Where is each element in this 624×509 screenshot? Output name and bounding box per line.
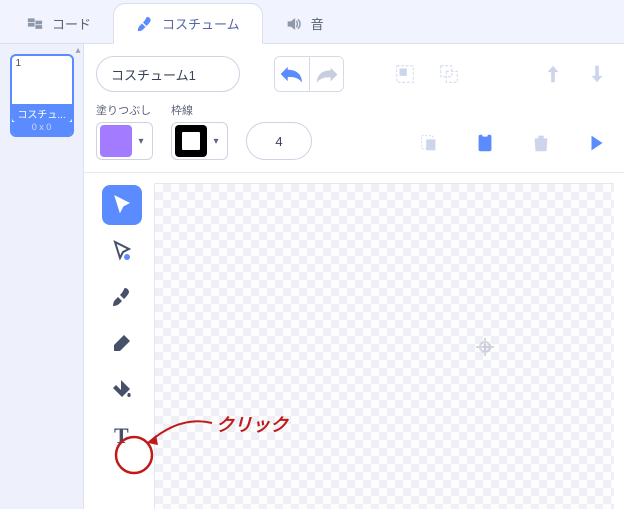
- select-tool[interactable]: [102, 185, 142, 225]
- tab-costumes-label: コスチューム: [162, 14, 240, 33]
- canvas[interactable]: [154, 183, 614, 509]
- tab-sounds-label: 音: [311, 14, 324, 33]
- tools-column: T: [96, 183, 148, 509]
- svg-text:T: T: [114, 423, 129, 447]
- costume-index: 1: [16, 58, 22, 69]
- backward-button[interactable]: [580, 59, 614, 89]
- main: 1 コスチュ... 0 x 0 ▴: [0, 44, 624, 509]
- fill-swatch: [100, 125, 132, 157]
- costume-preview: [14, 62, 70, 104]
- text-tool[interactable]: T: [102, 415, 142, 455]
- outline-label: 枠線: [171, 102, 228, 118]
- sound-icon: [285, 15, 303, 33]
- forward-button[interactable]: [536, 59, 570, 89]
- fill-tool[interactable]: [102, 369, 142, 409]
- outline-control: 枠線 ▾: [171, 102, 228, 160]
- delete-button[interactable]: [524, 128, 558, 158]
- edit-actions: [412, 128, 614, 160]
- paste-button[interactable]: [468, 128, 502, 158]
- toolbar-row-1: [96, 56, 614, 102]
- scrollbar[interactable]: ▴: [73, 44, 83, 509]
- undo-button[interactable]: [275, 57, 309, 91]
- outline-picker[interactable]: ▾: [171, 122, 228, 160]
- costume-editor: 塗りつぶし ▾ 枠線 ▾ 4: [84, 44, 624, 509]
- center-marker-icon: [476, 338, 494, 356]
- tab-costumes[interactable]: コスチューム: [113, 3, 263, 44]
- costume-thumbnail-dims: 0 x 0: [12, 122, 72, 135]
- reshape-tool[interactable]: [102, 231, 142, 271]
- tab-sounds[interactable]: 音: [263, 4, 346, 43]
- more-button[interactable]: [580, 128, 614, 158]
- eraser-tool[interactable]: [102, 323, 142, 363]
- tab-code[interactable]: コード: [4, 4, 113, 43]
- group-button[interactable]: [388, 59, 422, 89]
- tab-code-label: コード: [52, 14, 91, 33]
- undo-redo-group: [274, 56, 344, 92]
- divider: [84, 172, 624, 173]
- ungroup-button[interactable]: [432, 59, 466, 89]
- costume-thumbnail[interactable]: 1 コスチュ... 0 x 0: [10, 54, 74, 137]
- redo-button[interactable]: [309, 57, 343, 91]
- fill-control: 塗りつぶし ▾: [96, 102, 153, 160]
- costume-list: 1 コスチュ... 0 x 0 ▴: [0, 44, 84, 509]
- canvas-row: T: [96, 183, 614, 509]
- toolbar-row-2: 塗りつぶし ▾ 枠線 ▾ 4: [96, 102, 614, 172]
- brush-icon: [136, 15, 154, 33]
- costume-thumbnail-name: コスチュ...: [12, 104, 72, 122]
- costume-name-input[interactable]: [96, 56, 240, 92]
- code-icon: [26, 15, 44, 33]
- chevron-down-icon: ▾: [136, 136, 146, 147]
- brush-tool[interactable]: [102, 277, 142, 317]
- fill-label: 塗りつぶし: [96, 102, 153, 118]
- outline-width-input[interactable]: 4: [246, 122, 312, 160]
- outline-swatch: [175, 125, 207, 157]
- tabs: コード コスチューム 音: [0, 0, 624, 44]
- chevron-down-icon: ▾: [211, 136, 221, 147]
- scroll-up-icon: ▴: [73, 44, 83, 58]
- fill-picker[interactable]: ▾: [96, 122, 153, 160]
- copy-button[interactable]: [412, 128, 446, 158]
